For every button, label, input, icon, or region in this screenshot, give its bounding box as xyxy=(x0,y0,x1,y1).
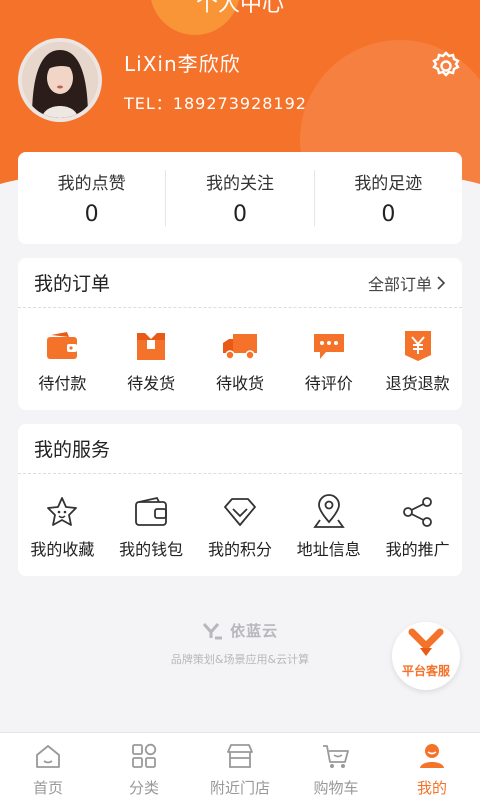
stat-value: 0 xyxy=(232,202,247,227)
stat-label: 我的关注 xyxy=(205,174,274,194)
service-label: 我的推广 xyxy=(385,540,450,559)
service-label: 我的积分 xyxy=(207,540,272,559)
stat-follows[interactable]: 我的关注 0 xyxy=(166,169,313,227)
user-phone: TEL：18927392819​2 xyxy=(124,90,307,114)
home-icon xyxy=(36,745,60,768)
order-label: 待发货 xyxy=(127,374,176,393)
stat-footprints[interactable]: 我的足迹 0 xyxy=(315,169,462,227)
avatar[interactable] xyxy=(18,38,102,122)
wallet-icon xyxy=(47,332,78,359)
brand-logo: 依蓝云 xyxy=(120,620,360,641)
order-pending-review[interactable]: 待评价 xyxy=(286,328,372,394)
wallet-outline-icon xyxy=(135,496,168,526)
diamond-icon xyxy=(224,498,256,526)
profile-icon xyxy=(420,744,444,768)
orders-header: 我的订单 全部订单 xyxy=(18,258,462,308)
chevron-right-icon xyxy=(437,275,446,290)
page-title: 个人中心 xyxy=(195,0,284,17)
cart-icon xyxy=(323,745,349,768)
tab-category[interactable]: 分类 xyxy=(96,733,192,800)
services-title: 我的服务 xyxy=(34,439,111,461)
customer-service-icon xyxy=(408,628,444,656)
order-pending-payment[interactable]: 待付款 xyxy=(19,328,105,394)
category-icon xyxy=(132,743,157,768)
tab-nearby-stores[interactable]: 附近门店 xyxy=(192,733,288,800)
order-label: 待付款 xyxy=(38,374,87,393)
phone-number: 18927392819​2 xyxy=(172,94,307,113)
truck-icon xyxy=(222,334,257,360)
comment-icon xyxy=(313,334,344,359)
tab-label: 购物车 xyxy=(313,779,359,797)
stat-label: 我的足迹 xyxy=(354,174,423,194)
stat-label: 我的点赞 xyxy=(57,174,126,194)
service-promotion[interactable]: 我的推广 xyxy=(375,494,461,560)
brand-footer: 依蓝云 品牌策划&场景应用&云计算 xyxy=(120,620,360,667)
services-header: 我的服务 xyxy=(18,424,462,474)
share-icon xyxy=(402,497,432,527)
tab-label: 附近门店 xyxy=(209,779,270,797)
order-label: 待评价 xyxy=(304,374,353,393)
tab-home[interactable]: 首页 xyxy=(0,733,96,800)
customer-service-button[interactable]: 平台客服 xyxy=(392,622,460,690)
store-icon xyxy=(227,744,253,768)
tab-label: 首页 xyxy=(32,779,63,797)
brand-mark-icon xyxy=(202,622,222,639)
package-icon xyxy=(137,333,166,360)
stats-card: 我的点赞 0 我的关注 0 我的足迹 0 xyxy=(18,152,462,244)
service-points[interactable]: 我的积分 xyxy=(197,494,283,560)
order-pending-receipt[interactable]: 待收货 xyxy=(197,328,283,394)
stat-value: 0 xyxy=(381,202,396,227)
avatar-photo xyxy=(22,42,98,118)
all-orders-label: 全部订单 xyxy=(367,274,432,294)
service-label: 我的钱包 xyxy=(119,540,184,559)
tab-profile[interactable]: 我的 xyxy=(384,733,480,800)
orders-title: 我的订单 xyxy=(34,273,111,295)
order-pending-shipment[interactable]: 待发货 xyxy=(108,328,194,394)
user-name: LiXin李欣欣 xyxy=(124,52,241,76)
services-card: 我的服务 我的收藏 我的钱包 我的积分 地址信息 我的推广 xyxy=(18,424,462,576)
service-label: 我的收藏 xyxy=(30,540,95,559)
phone-label: TEL： xyxy=(124,94,173,113)
order-label: 待收货 xyxy=(215,374,264,393)
stat-value: 0 xyxy=(84,202,99,227)
brand-name: 依蓝云 xyxy=(230,622,279,640)
order-label: 退货退款 xyxy=(385,374,450,393)
gear-icon xyxy=(432,51,460,77)
brand-slogan: 品牌策划&场景应用&云计算 xyxy=(170,653,310,666)
tab-cart[interactable]: 购物车 xyxy=(288,733,384,800)
star-icon xyxy=(47,497,78,526)
location-icon xyxy=(313,494,345,528)
orders-row: 待付款 待发货 待收货 待评价 退货退款 xyxy=(18,308,462,394)
service-address[interactable]: 地址信息 xyxy=(286,494,372,560)
tab-label: 我的 xyxy=(416,779,447,797)
settings-button[interactable] xyxy=(428,48,464,84)
order-refund[interactable]: 退货退款 xyxy=(375,328,461,394)
orders-card: 我的订单 全部订单 待付款 待发货 待收货 待评价 退货退款 xyxy=(18,258,462,410)
service-favorites[interactable]: 我的收藏 xyxy=(19,494,105,560)
tab-label: 分类 xyxy=(128,779,159,797)
customer-service-label: 平台客服 xyxy=(401,664,450,678)
services-row: 我的收藏 我的钱包 我的积分 地址信息 我的推广 xyxy=(18,474,462,560)
refund-icon xyxy=(404,331,431,361)
all-orders-link[interactable]: 全部订单 xyxy=(368,271,446,295)
service-wallet[interactable]: 我的钱包 xyxy=(108,494,194,560)
service-label: 地址信息 xyxy=(296,540,361,559)
stat-likes[interactable]: 我的点赞 0 xyxy=(18,169,165,227)
bottom-tab-bar: 首页 分类 附近门店 购物车 我的 xyxy=(0,732,480,800)
